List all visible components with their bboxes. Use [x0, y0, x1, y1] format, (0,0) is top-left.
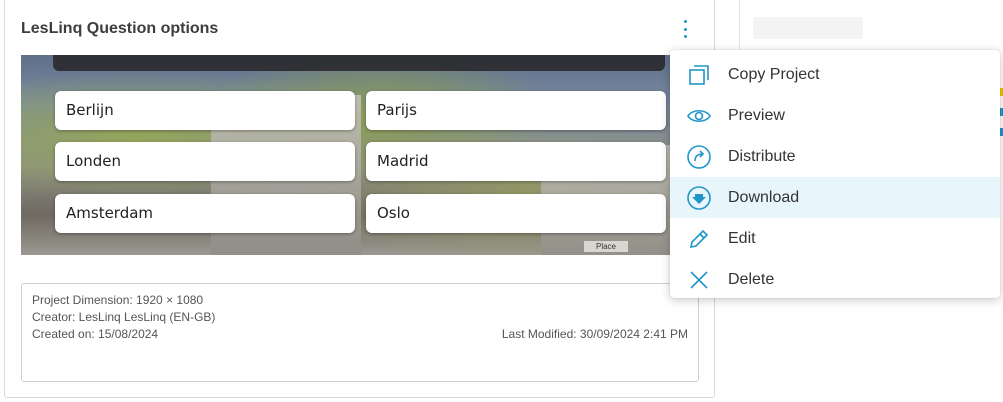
more-options-icon[interactable]: [678, 17, 692, 41]
menu-item-copy-project[interactable]: Copy Project: [670, 54, 1000, 95]
menu-item-preview[interactable]: Preview: [670, 95, 1000, 136]
street-sign: Place: [584, 241, 628, 252]
answer-option: Londen: [55, 142, 355, 181]
close-icon: [686, 267, 712, 293]
menu-item-label: Preview: [728, 106, 785, 124]
answer-option: Parijs: [366, 91, 666, 130]
menu-item-delete[interactable]: Delete: [670, 259, 1000, 300]
project-creator: Creator: LesLinq LesLinq (EN-GB): [32, 310, 216, 324]
menu-item-edit[interactable]: Edit: [670, 218, 1000, 259]
project-dimension: Project Dimension: 1920 × 1080: [32, 293, 204, 307]
project-created: Created on: 15/08/2024: [32, 327, 159, 341]
project-card: LesLinq Question options Berlijn Parijs …: [4, 0, 715, 398]
eye-icon: [686, 103, 712, 129]
menu-item-label: Edit: [728, 229, 756, 247]
menu-item-label: Delete: [728, 270, 775, 288]
project-title: LesLinq Question options: [21, 20, 219, 37]
menu-item-download[interactable]: Download: [670, 177, 1000, 218]
menu-item-distribute[interactable]: Distribute: [670, 136, 1000, 177]
share-icon: [686, 144, 712, 170]
answer-option: Madrid: [366, 142, 666, 181]
project-options-menu: Copy Project Preview Distribute Download…: [670, 50, 1000, 298]
menu-item-label: Distribute: [728, 147, 796, 165]
menu-item-label: Copy Project: [728, 65, 820, 83]
answer-option: Amsterdam: [55, 194, 355, 233]
answer-option: Berlijn: [55, 91, 355, 130]
project-info: Project Dimension: 1920 × 1080 Creator: …: [21, 283, 699, 382]
menu-item-label: Download: [728, 188, 800, 206]
project-modified: Last Modified: 30/09/2024 2:41 PM: [501, 327, 688, 341]
copy-icon: [686, 62, 712, 88]
download-icon: [686, 185, 712, 211]
adjacent-card-title: [753, 17, 863, 39]
answer-option: Oslo: [366, 194, 666, 233]
question-bar: [53, 55, 665, 71]
project-thumbnail[interactable]: Berlijn Parijs Londen Madrid Amsterdam O…: [21, 55, 671, 255]
pencil-icon: [686, 226, 712, 252]
